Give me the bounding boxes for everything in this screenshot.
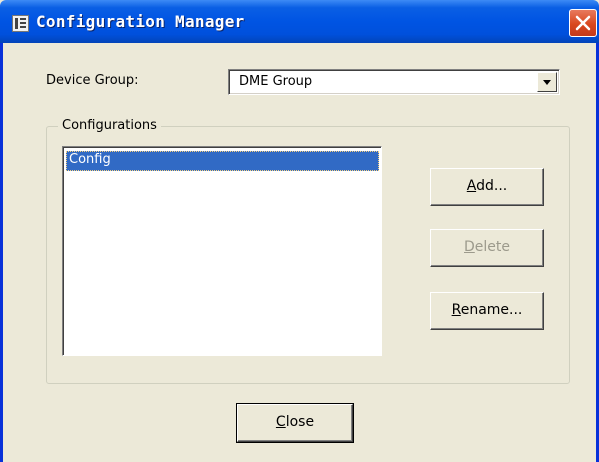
configurations-legend: Configurations — [58, 118, 161, 134]
device-group-label: Device Group: — [46, 73, 139, 88]
close-icon — [575, 15, 591, 31]
device-group-value: DME Group — [239, 74, 313, 89]
add-button[interactable]: Add... — [430, 168, 544, 206]
delete-button[interactable]: Delete — [430, 229, 544, 267]
window-frame-left — [0, 43, 3, 462]
chevron-down-icon — [543, 80, 551, 85]
configurations-listbox[interactable]: Config — [62, 146, 382, 356]
list-item[interactable]: Config — [66, 151, 379, 171]
add-button-access-key: A — [466, 178, 477, 194]
device-group-select[interactable]: DME Group — [228, 69, 560, 95]
close-button-access-key: C — [275, 414, 286, 430]
window-title: Configuration Manager — [36, 12, 245, 31]
close-button-label: lose — [285, 414, 315, 430]
add-button-label: dd... — [476, 178, 508, 194]
title-bar[interactable]: Configuration Manager — [0, 0, 599, 43]
configuration-manager-app-icon[interactable] — [12, 15, 29, 32]
delete-button-label: elete — [474, 239, 510, 255]
rename-button-access-key: R — [451, 302, 461, 318]
rename-button[interactable]: Rename... — [430, 292, 544, 330]
close-button[interactable]: Close — [236, 403, 354, 443]
rename-button-label: ename... — [460, 302, 523, 318]
close-window-button[interactable] — [569, 9, 597, 37]
delete-button-access-key: D — [464, 239, 475, 255]
configuration-manager-dialog: Configuration Manager Device Group: DME … — [0, 0, 599, 462]
device-group-dropdown-button[interactable] — [537, 72, 557, 92]
